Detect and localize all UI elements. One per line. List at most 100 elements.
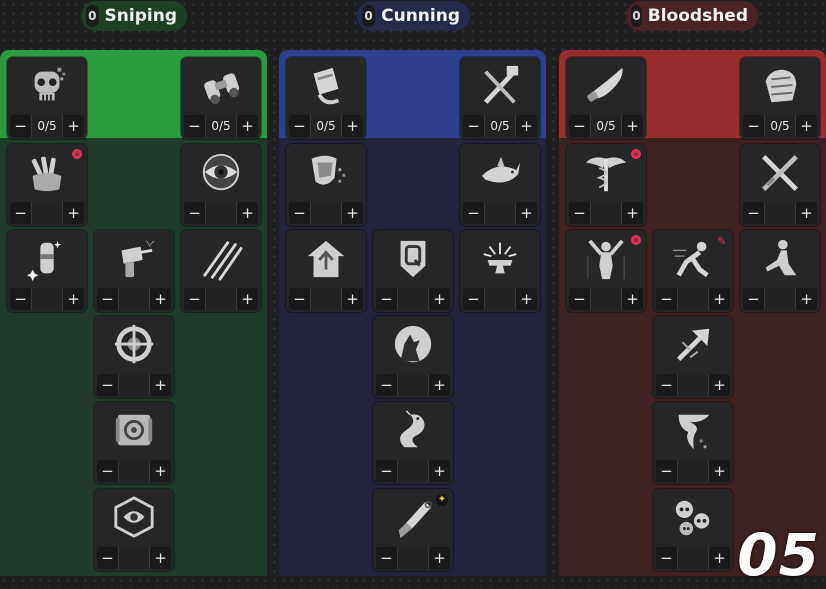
skill-slot-eye-badge[interactable]: − + — [94, 489, 174, 571]
increase-button[interactable]: + — [516, 288, 537, 310]
decrease-button[interactable]: − — [743, 115, 764, 137]
skill-slot-binoculars[interactable]: −0/5 + — [181, 57, 261, 139]
increase-button[interactable]: + — [709, 460, 730, 482]
decrease-button[interactable]: − — [376, 547, 397, 569]
skill-level-controls: − + — [569, 202, 643, 224]
increase-button[interactable]: + — [429, 460, 450, 482]
increase-button[interactable]: + — [429, 288, 450, 310]
skill-slot-flask-sparkle[interactable]: − + — [7, 230, 87, 312]
increase-button[interactable]: + — [622, 288, 643, 310]
increase-button[interactable]: + — [796, 115, 817, 137]
skill-slot-kunai[interactable]: ✦ − + — [373, 489, 453, 571]
skull-badge-icon: ☠ — [72, 149, 82, 159]
increase-button[interactable]: + — [237, 115, 258, 137]
increase-button[interactable]: + — [342, 288, 363, 310]
increase-button[interactable]: + — [342, 115, 363, 137]
skill-slot-winged-caduceus[interactable]: ☠ − + — [566, 144, 646, 226]
skill-slot-howling-wolf[interactable]: − + — [373, 316, 453, 398]
skill-slot-crossed-swords[interactable]: − + — [740, 144, 820, 226]
skill-slot-anvil-blast[interactable]: − + — [460, 230, 540, 312]
skill-slot-kneeling-figure[interactable]: − + — [740, 230, 820, 312]
decrease-button[interactable]: − — [376, 374, 397, 396]
skill-slot-tornado[interactable]: − + — [653, 402, 733, 484]
increase-button[interactable]: + — [709, 374, 730, 396]
skill-slot-crossed-tools[interactable]: −0/5 + — [460, 57, 540, 139]
skull-badge-icon: ☠ — [631, 235, 641, 245]
increase-button[interactable]: + — [150, 288, 171, 310]
increase-button[interactable]: + — [150, 374, 171, 396]
decrease-button[interactable]: − — [10, 202, 31, 224]
skill-slot-bullets-handful[interactable]: ☠ − + — [7, 144, 87, 226]
decrease-button[interactable]: − — [289, 115, 310, 137]
skill-slot-arrow-burst[interactable]: − + — [653, 316, 733, 398]
machete-icon — [566, 57, 646, 114]
skill-slot-machete[interactable]: −0/5 + — [566, 57, 646, 139]
skill-slot-shark[interactable]: − + — [460, 144, 540, 226]
decrease-button[interactable]: − — [743, 202, 764, 224]
increase-button[interactable]: + — [709, 547, 730, 569]
skill-level: 0/5 — [484, 115, 516, 137]
increase-button[interactable]: + — [796, 202, 817, 224]
drill-icon — [94, 230, 174, 287]
decrease-button[interactable]: − — [463, 115, 484, 137]
decrease-button[interactable]: − — [569, 202, 590, 224]
skill-slot-armor-gauntlet[interactable]: −0/5 + — [740, 57, 820, 139]
decrease-button[interactable]: − — [743, 288, 764, 310]
decrease-button[interactable]: − — [184, 202, 205, 224]
increase-button[interactable]: + — [150, 460, 171, 482]
increase-button[interactable]: + — [237, 202, 258, 224]
decrease-button[interactable]: − — [289, 202, 310, 224]
decrease-button[interactable]: − — [463, 288, 484, 310]
decrease-button[interactable]: − — [656, 460, 677, 482]
increase-button[interactable]: + — [63, 115, 84, 137]
decrease-button[interactable]: − — [10, 288, 31, 310]
skill-slot-ammo-clip[interactable]: −0/5 + — [286, 57, 366, 139]
decrease-button[interactable]: − — [569, 288, 590, 310]
skill-slot-q-badge[interactable]: − + — [373, 230, 453, 312]
skill-slot-tracer-shots[interactable]: − + — [181, 230, 261, 312]
increase-button[interactable]: + — [237, 288, 258, 310]
skill-slot-target-scroll[interactable]: − + — [94, 402, 174, 484]
decrease-button[interactable]: − — [656, 374, 677, 396]
increase-button[interactable]: + — [429, 547, 450, 569]
skill-level-controls: − + — [184, 202, 258, 224]
decrease-button[interactable]: − — [376, 288, 397, 310]
decrease-button[interactable]: − — [97, 547, 118, 569]
skill-level-controls: − + — [463, 202, 537, 224]
decrease-button[interactable]: − — [97, 288, 118, 310]
increase-button[interactable]: + — [63, 202, 84, 224]
increase-button[interactable]: + — [796, 288, 817, 310]
decrease-button[interactable]: − — [184, 288, 205, 310]
increase-button[interactable]: + — [150, 547, 171, 569]
skill-slot-skull-pile[interactable]: − + — [653, 489, 733, 571]
increase-button[interactable]: + — [342, 202, 363, 224]
skill-slot-eye[interactable]: − + — [181, 144, 261, 226]
skill-slot-serpent[interactable]: − + — [373, 402, 453, 484]
decrease-button[interactable]: − — [463, 202, 484, 224]
decrease-button[interactable]: − — [569, 115, 590, 137]
decrease-button[interactable]: − — [184, 115, 205, 137]
skill-slot-dashing-figure[interactable]: ✎ − + — [653, 230, 733, 312]
decrease-button[interactable]: − — [289, 288, 310, 310]
skill-slot-house-shield[interactable]: − + — [286, 230, 366, 312]
decrease-button[interactable]: − — [656, 547, 677, 569]
skill-slot-pixel-skull[interactable]: −0/5 + — [7, 57, 87, 139]
increase-button[interactable]: + — [429, 374, 450, 396]
increase-button[interactable]: + — [622, 115, 643, 137]
decrease-button[interactable]: − — [97, 460, 118, 482]
increase-button[interactable]: + — [709, 288, 730, 310]
decrease-button[interactable]: − — [656, 288, 677, 310]
skill-slot-dissolving-shield[interactable]: − + — [286, 144, 366, 226]
increase-button[interactable]: + — [63, 288, 84, 310]
decrease-button[interactable]: − — [376, 460, 397, 482]
increase-button[interactable]: + — [516, 115, 537, 137]
decrease-button[interactable]: − — [97, 374, 118, 396]
increase-button[interactable]: + — [516, 202, 537, 224]
skill-level — [118, 460, 150, 482]
decrease-button[interactable]: − — [10, 115, 31, 137]
skill-level — [677, 288, 709, 310]
skill-slot-drill[interactable]: − + — [94, 230, 174, 312]
skill-slot-arms-raised[interactable]: ☠ − + — [566, 230, 646, 312]
increase-button[interactable]: + — [622, 202, 643, 224]
skill-slot-crosshair[interactable]: − + — [94, 316, 174, 398]
